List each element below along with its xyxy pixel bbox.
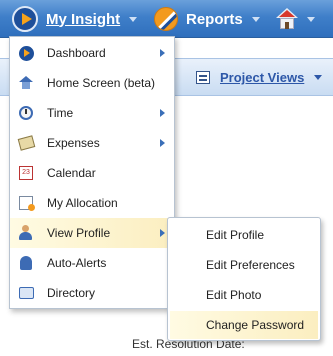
clock-icon — [19, 106, 33, 120]
menu-item-expenses[interactable]: Expenses — [10, 128, 174, 158]
chevron-down-icon — [314, 75, 323, 80]
submenu-item-edit-profile[interactable]: Edit Profile — [170, 221, 318, 249]
submenu-arrow-icon — [160, 49, 165, 57]
reports-icon — [154, 7, 178, 31]
menu-item-label: Auto-Alerts — [47, 256, 107, 270]
submenu-arrow-icon — [160, 139, 165, 147]
calendar-icon: 23 — [19, 166, 33, 180]
menu-item-label: Expenses — [47, 136, 100, 150]
submenu-item-edit-preferences[interactable]: Edit Preferences — [170, 251, 318, 279]
nav-reports-label: Reports — [186, 10, 243, 28]
submenu-item-label: Edit Photo — [206, 288, 262, 302]
menu-item-label: Dashboard — [47, 46, 106, 60]
menu-item-label: My Allocation — [47, 196, 118, 210]
chevron-down-icon — [307, 16, 315, 22]
menu-item-my-allocation[interactable]: My Allocation — [10, 188, 174, 218]
submenu-item-edit-photo[interactable]: Edit Photo — [170, 281, 318, 309]
home-icon — [276, 8, 298, 30]
project-views-icon — [196, 71, 210, 84]
my-insight-logo-icon — [12, 6, 38, 32]
menu-item-label: Time — [47, 106, 74, 120]
chevron-down-icon — [251, 16, 260, 22]
nav-my-insight-label: My Insight — [46, 10, 121, 28]
chevron-down-icon — [129, 16, 138, 22]
menu-item-dashboard[interactable]: Dashboard — [10, 38, 174, 68]
menu-item-label: Home Screen (beta) — [47, 76, 156, 90]
menu-item-home-screen[interactable]: Home Screen (beta) — [10, 68, 174, 98]
bell-icon — [20, 256, 32, 270]
nav-home[interactable] — [276, 0, 315, 38]
submenu-item-label: Edit Profile — [206, 228, 265, 242]
project-views-menu[interactable]: Project Views — [196, 70, 323, 85]
menu-item-auto-alerts[interactable]: Auto-Alerts — [10, 248, 174, 278]
dashboard-icon — [18, 45, 34, 61]
menu-item-label: View Profile — [47, 226, 111, 240]
menu-item-label: Calendar — [47, 166, 96, 180]
expenses-icon — [17, 135, 35, 151]
menu-item-time[interactable]: Time — [10, 98, 174, 128]
nav-reports[interactable]: Reports — [154, 0, 260, 38]
directory-icon — [18, 287, 34, 299]
submenu-item-change-password[interactable]: Change Password — [170, 311, 318, 339]
submenu-arrow-icon — [160, 229, 165, 237]
menu-item-calendar[interactable]: 23 Calendar — [10, 158, 174, 188]
submenu-item-label: Change Password — [206, 318, 305, 332]
submenu-item-label: Edit Preferences — [206, 258, 295, 272]
menu-item-directory[interactable]: Directory — [10, 278, 174, 308]
home-icon — [18, 76, 34, 90]
nav-my-insight[interactable]: My Insight — [12, 0, 138, 38]
menu-item-label: Directory — [47, 286, 96, 300]
my-insight-dropdown: Dashboard Home Screen (beta) Time Expens… — [9, 36, 175, 309]
submenu-arrow-icon — [160, 109, 165, 117]
profile-icon — [18, 225, 34, 241]
menu-item-view-profile[interactable]: View Profile — [10, 218, 174, 248]
view-profile-submenu: Edit Profile Edit Preferences Edit Photo… — [167, 217, 321, 341]
allocation-icon — [19, 196, 35, 211]
project-views-label: Project Views — [220, 70, 305, 85]
